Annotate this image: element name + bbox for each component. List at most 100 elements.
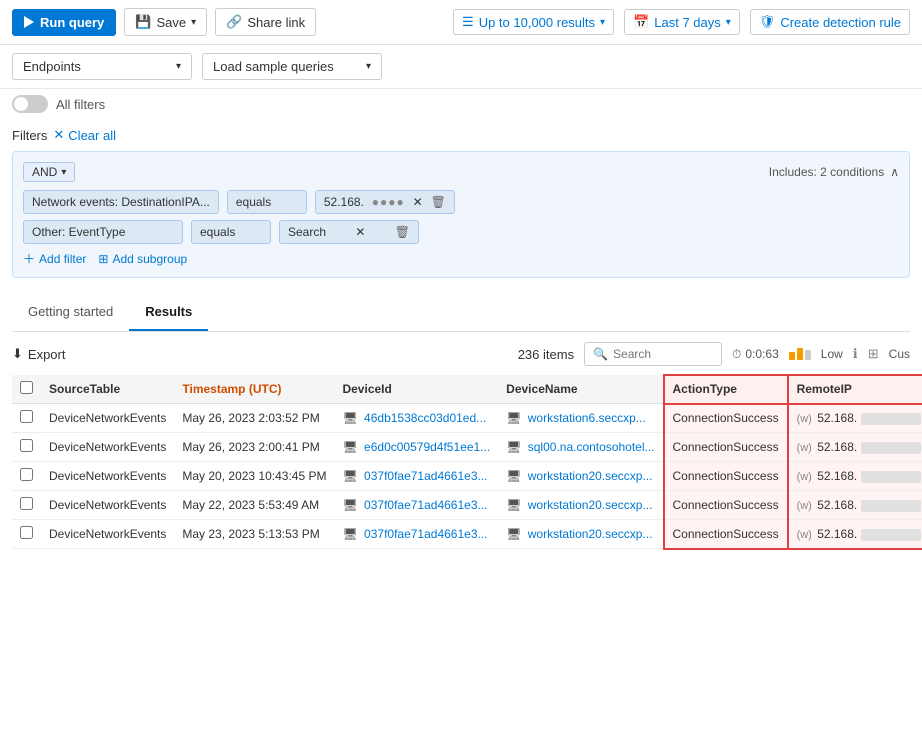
row-checkbox[interactable]	[20, 439, 33, 452]
filter-value-1-clear-icon[interactable]: ✕	[413, 195, 423, 209]
run-query-button[interactable]: Run query	[12, 9, 116, 36]
includes-count[interactable]: Includes: 2 conditions ∧	[769, 165, 899, 179]
all-filters-label: All filters	[56, 97, 105, 112]
device-id-link[interactable]: 037f0fae71ad4661e3...	[364, 527, 487, 541]
device-name-link[interactable]: workstation20.seccxp...	[528, 527, 653, 541]
filter-field-1-label: Network events: DestinationIPA...	[32, 195, 210, 209]
row-source-table: DeviceNetworkEvents	[41, 462, 174, 491]
play-icon	[24, 16, 34, 28]
items-count: 236 items	[518, 347, 574, 362]
filter-box-header: AND ▾ Includes: 2 conditions ∧	[23, 162, 899, 182]
results-table: SourceTable Timestamp (UTC) DeviceId Dev…	[12, 374, 922, 550]
row-device-id: 🖥 037f0fae71ad4661e3...	[334, 520, 498, 549]
add-filter-label: Add filter	[39, 252, 86, 266]
header-device-id: DeviceId	[334, 375, 498, 404]
filter-value-1-delete-icon[interactable]: 🗑	[431, 195, 446, 209]
row-action-type: ConnectionSuccess	[664, 491, 788, 520]
filter-value-2[interactable]: Search ✕ 🗑	[279, 220, 419, 244]
table-row: DeviceNetworkEvents May 26, 2023 2:00:41…	[12, 433, 922, 462]
add-subgroup-label: Add subgroup	[112, 252, 187, 266]
filter-field-2-label: Other: EventType	[32, 225, 125, 239]
row-source-table: DeviceNetworkEvents	[41, 520, 174, 549]
row-timestamp: May 26, 2023 2:03:52 PM	[174, 404, 334, 433]
collapse-icon: ∧	[890, 165, 899, 179]
timer-badge: ⏱ 0:0:63	[732, 347, 779, 362]
row-checkbox-cell	[12, 491, 41, 520]
clear-all-button[interactable]: ✕ Clear all	[53, 127, 116, 143]
row-checkbox[interactable]	[20, 468, 33, 481]
row-device-name: 🖥 workstation20.seccxp...	[498, 462, 663, 491]
filter-value-1-text: 52.168.	[324, 195, 364, 209]
export-label: Export	[28, 347, 66, 362]
row-device-id: 🖥 037f0fae71ad4661e3...	[334, 491, 498, 520]
row-checkbox-cell	[12, 404, 41, 433]
share-link-button[interactable]: 🔗 Share link	[215, 8, 316, 36]
filter-value-1[interactable]: 52.168. ●●●● ✕ 🗑	[315, 190, 455, 214]
row-checkbox-cell	[12, 462, 41, 491]
device-id-link[interactable]: e6d0c00579d4f51ee1...	[364, 440, 490, 454]
filter-field-1[interactable]: Network events: DestinationIPA...	[23, 190, 219, 214]
row-source-table: DeviceNetworkEvents	[41, 404, 174, 433]
results-search-input[interactable]	[613, 347, 713, 361]
endpoint-dropdown[interactable]: Endpoints ▾	[12, 53, 192, 80]
device-name-link[interactable]: sql00.na.contosohotel...	[528, 440, 655, 454]
bar-1	[789, 352, 795, 360]
share-icon: 🔗	[226, 14, 242, 30]
export-icon: ⬇	[12, 346, 23, 362]
date-range-selector[interactable]: 📅 Last 7 days ▾	[624, 9, 740, 35]
row-source-table: DeviceNetworkEvents	[41, 433, 174, 462]
search-icon: 🔍	[593, 347, 608, 361]
device-id-link[interactable]: 037f0fae71ad4661e3...	[364, 498, 487, 512]
create-rule-label: Create detection rule	[780, 15, 901, 30]
row-checkbox[interactable]	[20, 497, 33, 510]
all-filters-toggle[interactable]	[12, 95, 48, 113]
filter-value-2-delete-icon[interactable]: 🗑	[395, 225, 410, 239]
filter-field-2[interactable]: Other: EventType	[23, 220, 183, 244]
dropdowns-row: Endpoints ▾ Load sample queries ▾	[0, 45, 922, 89]
row-action-type: ConnectionSuccess	[664, 462, 788, 491]
row-checkbox[interactable]	[20, 410, 33, 423]
device-id-link[interactable]: 46db1538cc03d01ed...	[364, 411, 486, 425]
filter-operator-1[interactable]: equals	[227, 190, 307, 214]
tab-results[interactable]: Results	[129, 294, 208, 331]
device-name-link[interactable]: workstation20.seccxp...	[528, 469, 653, 483]
filter-row-2: Other: EventType equals Search ✕ 🗑	[23, 220, 899, 244]
row-device-name: 🖥 workstation6.seccxp...	[498, 404, 663, 433]
add-subgroup-button[interactable]: ⊞ Add subgroup	[98, 250, 187, 267]
results-limit-selector[interactable]: ☰ Up to 10,000 results ▾	[453, 9, 614, 35]
save-icon: 💾	[135, 14, 151, 30]
table-row: DeviceNetworkEvents May 26, 2023 2:03:52…	[12, 404, 922, 433]
row-remote-ip: (w) 52.168. ●●●●	[788, 520, 922, 549]
results-limit-label: Up to 10,000 results	[479, 15, 595, 30]
sample-queries-dropdown[interactable]: Load sample queries ▾	[202, 53, 382, 80]
run-query-label: Run query	[40, 15, 104, 30]
severity-label: Low	[821, 347, 843, 361]
results-search-box[interactable]: 🔍	[584, 342, 722, 366]
save-button[interactable]: 💾 Save ▾	[124, 8, 207, 36]
row-timestamp: May 23, 2023 5:13:53 PM	[174, 520, 334, 549]
date-range-chevron-icon: ▾	[726, 17, 731, 28]
create-detection-rule-button[interactable]: 🛡 Create detection rule	[750, 9, 910, 35]
device-id-link[interactable]: 037f0fae71ad4661e3...	[364, 469, 487, 483]
close-icon: ✕	[53, 127, 64, 143]
timer-value: 0:0:63	[745, 347, 778, 361]
row-device-name: 🖥 workstation20.seccxp...	[498, 520, 663, 549]
filter-value-2-clear-icon[interactable]: ✕	[355, 225, 365, 239]
all-filters-row: All filters	[0, 89, 922, 119]
row-action-type: ConnectionSuccess	[664, 404, 788, 433]
device-name-link[interactable]: workstation6.seccxp...	[528, 411, 646, 425]
results-left: ⬇ Export	[12, 346, 65, 362]
row-device-id: 🖥 037f0fae71ad4661e3...	[334, 462, 498, 491]
filter-operator-2[interactable]: equals	[191, 220, 271, 244]
calendar-icon: 📅	[633, 14, 649, 30]
device-name-link[interactable]: workstation20.seccxp...	[528, 498, 653, 512]
row-checkbox[interactable]	[20, 526, 33, 539]
tab-getting-started[interactable]: Getting started	[12, 294, 129, 331]
save-label: Save	[156, 15, 186, 30]
export-button[interactable]: ⬇ Export	[12, 346, 65, 362]
and-badge[interactable]: AND ▾	[23, 162, 75, 182]
filter-box: AND ▾ Includes: 2 conditions ∧ Network e…	[12, 151, 910, 278]
header-remote-ip: RemoteIP	[788, 375, 922, 404]
add-filter-button[interactable]: ＋ Add filter	[23, 250, 86, 267]
select-all-checkbox[interactable]	[20, 381, 33, 394]
